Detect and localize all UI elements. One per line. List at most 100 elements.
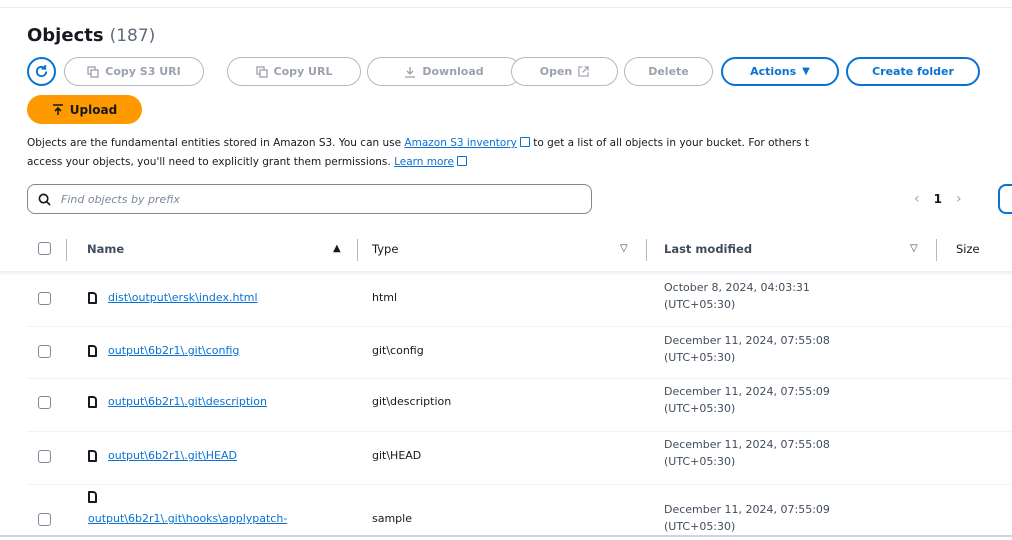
- pagination: ‹ 1 ›: [914, 184, 1012, 214]
- upload-button[interactable]: Upload: [27, 95, 142, 124]
- search-icon: [38, 193, 51, 206]
- file-icon: [88, 292, 97, 304]
- object-name-link[interactable]: output\6b2r1\.git\description: [108, 395, 267, 408]
- copy-s3-uri-button[interactable]: Copy S3 URI: [64, 57, 204, 86]
- row-checkbox[interactable]: [38, 450, 51, 463]
- modified-timezone: (UTC+05:30): [664, 520, 736, 533]
- external-link-icon: [578, 66, 589, 77]
- object-type: git\HEAD: [372, 449, 422, 462]
- object-name-link[interactable]: output\6b2r1\.git\hooks\applypatch-: [88, 512, 287, 525]
- modified-timezone: (UTC+05:30): [664, 402, 736, 415]
- row-divider: [27, 326, 1012, 327]
- refresh-button[interactable]: [27, 57, 56, 86]
- upload-icon: [52, 103, 63, 115]
- row-checkbox[interactable]: [38, 292, 51, 305]
- file-icon: [88, 450, 97, 462]
- search-box: [27, 184, 592, 214]
- row-divider: [27, 378, 1012, 379]
- modified-timezone: (UTC+05:30): [664, 298, 736, 311]
- table-header: Name ▲ Type ▽ Last modified ▽ Size: [0, 227, 1012, 271]
- header-shadow: [0, 271, 1012, 276]
- object-name-link[interactable]: dist\output\ersk\index.html: [108, 291, 258, 304]
- object-name-link[interactable]: output\6b2r1\.git\config: [108, 344, 239, 357]
- s3-inventory-link[interactable]: Amazon S3 inventory: [404, 137, 516, 149]
- modified-date: October 8, 2024, 04:03:31: [664, 281, 810, 294]
- object-type: html: [372, 291, 398, 304]
- modified-timezone: (UTC+05:30): [664, 351, 736, 364]
- chevron-left-icon[interactable]: ‹: [914, 191, 920, 207]
- copy-icon: [87, 65, 99, 78]
- object-last-modified: December 11, 2024, 07:55:08 (UTC+05:30): [664, 332, 830, 366]
- file-icon: [88, 396, 97, 408]
- create-folder-button[interactable]: Create folder: [846, 57, 980, 86]
- file-icon: [88, 345, 97, 357]
- modified-date: December 11, 2024, 07:55:08: [664, 438, 830, 451]
- table-row[interactable]: output\6b2r1\.git\hooks\applypatch- samp…: [0, 486, 1012, 540]
- column-divider: [936, 239, 937, 261]
- copy-url-label: Copy URL: [273, 65, 333, 78]
- object-type: git\config: [372, 344, 424, 357]
- chevron-right-icon[interactable]: ›: [956, 191, 962, 207]
- description-text-3: access your objects, you'll need to expl…: [27, 156, 395, 168]
- copy-url-button[interactable]: Copy URL: [227, 57, 361, 86]
- sort-down-icon[interactable]: ▽: [910, 243, 918, 254]
- column-divider: [646, 239, 647, 261]
- row-checkbox[interactable]: [38, 513, 51, 526]
- external-link-icon: [456, 156, 467, 166]
- external-link-icon: [519, 137, 530, 147]
- create-folder-label: Create folder: [872, 65, 954, 78]
- column-divider: [357, 239, 358, 261]
- delete-label: Delete: [648, 65, 689, 78]
- row-divider: [27, 431, 1012, 432]
- search-input[interactable]: [59, 191, 563, 207]
- upload-label: Upload: [69, 102, 118, 117]
- modified-timezone: (UTC+05:30): [664, 455, 736, 468]
- open-button[interactable]: Open: [511, 57, 618, 86]
- select-all-checkbox[interactable]: [38, 242, 51, 255]
- description-text-2: to get a list of all objects in your buc…: [529, 137, 809, 149]
- delete-button[interactable]: Delete: [624, 57, 713, 86]
- caret-down-icon: ▼: [802, 66, 810, 77]
- table-row[interactable]: dist\output\ersk\index.html html October…: [0, 277, 1012, 331]
- modified-date: December 11, 2024, 07:55:09: [664, 503, 830, 516]
- row-divider: [27, 484, 1012, 485]
- column-divider: [66, 239, 67, 261]
- copy-s3-uri-label: Copy S3 URI: [105, 65, 181, 78]
- table-row[interactable]: output\6b2r1\.git\HEAD git\HEAD December…: [0, 433, 1012, 487]
- row-checkbox[interactable]: [38, 396, 51, 409]
- download-button[interactable]: Download: [367, 57, 521, 86]
- open-label: Open: [539, 65, 573, 78]
- page-title: Objects: [27, 25, 104, 46]
- modified-date: December 11, 2024, 07:55:08: [664, 334, 830, 347]
- description-text: Objects are the fundamental entities sto…: [27, 137, 405, 149]
- sort-down-icon[interactable]: ▽: [620, 243, 628, 254]
- table-row[interactable]: output\6b2r1\.git\config git\config Dece…: [0, 328, 1012, 382]
- column-header-name[interactable]: Name: [87, 227, 124, 271]
- object-count: (187): [109, 26, 156, 46]
- object-type: git\description: [372, 395, 452, 408]
- column-header-last-modified[interactable]: Last modified: [664, 227, 752, 271]
- column-header-type[interactable]: Type: [372, 227, 398, 271]
- download-icon: [405, 66, 416, 78]
- object-last-modified: December 11, 2024, 07:55:09 (UTC+05:30): [664, 501, 830, 535]
- download-label: Download: [422, 65, 484, 78]
- column-header-size[interactable]: Size: [956, 227, 980, 271]
- copy-icon: [255, 65, 268, 78]
- object-last-modified: December 11, 2024, 07:55:08 (UTC+05:30): [664, 436, 830, 470]
- object-type: sample: [372, 512, 412, 525]
- learn-more-link[interactable]: Learn more: [394, 156, 454, 168]
- actions-dropdown[interactable]: Actions ▼: [721, 57, 839, 86]
- table-row[interactable]: output\6b2r1\.git\description git\descri…: [0, 380, 1012, 434]
- objects-description: Objects are the fundamental entities sto…: [27, 134, 1012, 172]
- sort-up-icon[interactable]: ▲: [333, 243, 341, 254]
- object-last-modified: October 8, 2024, 04:03:31 (UTC+05:30): [664, 279, 810, 313]
- file-icon: [88, 491, 97, 503]
- object-name-link[interactable]: output\6b2r1\.git\HEAD: [108, 449, 237, 462]
- current-page[interactable]: 1: [934, 192, 942, 206]
- objects-header: Objects (187): [27, 25, 155, 46]
- object-last-modified: December 11, 2024, 07:55:09 (UTC+05:30): [664, 383, 830, 417]
- preferences-button[interactable]: [998, 184, 1012, 214]
- modified-date: December 11, 2024, 07:55:09: [664, 385, 830, 398]
- top-divider: [0, 7, 1012, 8]
- row-checkbox[interactable]: [38, 345, 51, 358]
